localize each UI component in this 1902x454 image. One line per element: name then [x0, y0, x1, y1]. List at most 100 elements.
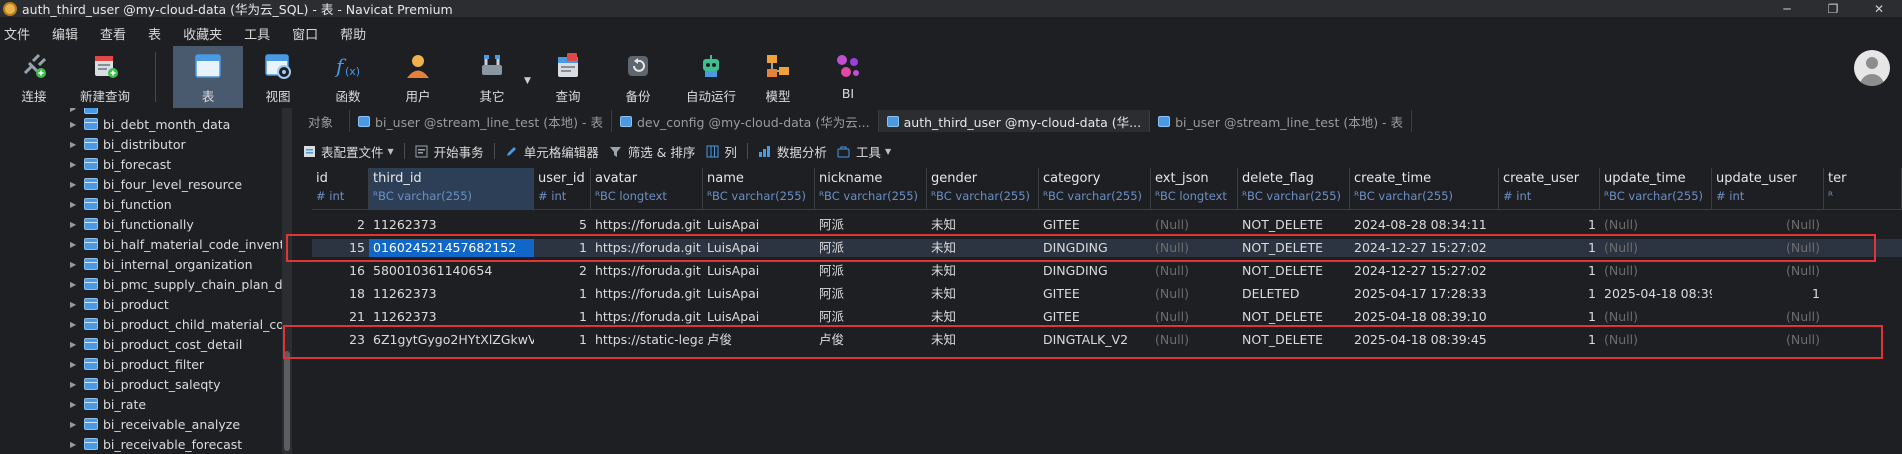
column-header-user-id[interactable]: user_id # int [534, 168, 591, 210]
expand-arrow-icon[interactable]: ▶ [70, 260, 80, 269]
cell-update-time[interactable]: (Null) [1600, 262, 1712, 280]
column-header-category[interactable]: category ᴿBC varchar(255) [1039, 168, 1151, 210]
expand-arrow-icon[interactable]: ▶ [70, 140, 80, 149]
cell-gender[interactable]: 未知 [927, 216, 1039, 234]
cell-name[interactable]: LuisApai [703, 216, 815, 234]
cell-third-id[interactable]: 11262373 [369, 308, 534, 326]
menu-favorites[interactable]: 收藏夹 [183, 24, 222, 43]
tree-item-table[interactable]: ▶ bi_product [70, 295, 169, 313]
cell-delete-flag[interactable]: NOT_DELETE [1238, 216, 1350, 234]
expand-arrow-icon[interactable]: ▶ [70, 320, 80, 329]
menu-table[interactable]: 表 [148, 24, 161, 43]
cell-category[interactable]: GITEE [1039, 308, 1151, 326]
cell-create-user[interactable]: 1 [1499, 308, 1600, 326]
column-header-create-time[interactable]: create_time ᴿBC varchar(255) [1350, 168, 1499, 210]
cell-create-user[interactable]: 1 [1499, 262, 1600, 280]
cell-id[interactable]: 16 [312, 262, 369, 280]
cell-avatar[interactable]: https://foruda.git [591, 216, 703, 234]
bi-button[interactable]: BI [822, 46, 874, 108]
cell-ext-json[interactable]: (Null) [1151, 285, 1238, 303]
cell-name[interactable]: LuisApai [703, 308, 815, 326]
expand-arrow-icon[interactable]: ▶ [70, 160, 80, 169]
cell-delete-flag[interactable]: NOT_DELETE [1238, 262, 1350, 280]
tree-item-table[interactable]: ▶ bi_product_saleqty [70, 375, 221, 393]
expand-arrow-icon[interactable]: ▶ [70, 440, 80, 449]
menu-file[interactable]: 文件 [4, 24, 30, 43]
expand-arrow-icon[interactable]: ▶ [70, 220, 80, 229]
automation-button[interactable]: 自动运行 [680, 46, 742, 108]
menu-help[interactable]: 帮助 [340, 24, 366, 43]
column-header-create-user[interactable]: create_user # int [1499, 168, 1600, 210]
cell-editor-button[interactable]: 单元格编辑器 [505, 142, 599, 161]
menu-window[interactable]: 窗口 [292, 24, 318, 43]
function-button[interactable]: f (x) 函数 [322, 46, 374, 108]
tools-menu-button[interactable]: 工具 ▼ [837, 142, 891, 161]
column-header-update-user[interactable]: update_user # int [1712, 168, 1824, 210]
view-button[interactable]: 视图 [252, 46, 304, 108]
cell-delete-flag[interactable]: DELETED [1238, 285, 1350, 303]
cell-ext-json[interactable]: (Null) [1151, 262, 1238, 280]
expand-arrow-icon[interactable]: ▶ [70, 400, 80, 409]
cell-user-id[interactable]: 1 [534, 285, 591, 303]
table-row[interactable]: 21 11262373 1 https://foruda.git LuisApa… [312, 308, 1902, 326]
column-header-third-id[interactable]: third_id ᴿBC varchar(255) [369, 168, 534, 210]
tree-item-table[interactable]: ▶ bi_forecast [70, 155, 171, 173]
cell-create-time[interactable]: 2024-08-28 08:34:11 [1350, 216, 1499, 234]
sidebar-scrollbar-thumb[interactable] [284, 351, 290, 451]
cell-id[interactable]: 21 [312, 308, 369, 326]
cell-create-user[interactable]: 1 [1499, 285, 1600, 303]
tree-item-table[interactable]: ▶ bi_product_filter [70, 355, 204, 373]
connect-button[interactable]: 连接 [8, 46, 60, 108]
expand-arrow-icon[interactable]: ▶ [70, 240, 80, 249]
cell-update-time[interactable]: (Null) [1600, 216, 1712, 234]
column-header-name[interactable]: name ᴿBC varchar(255) [703, 168, 815, 210]
column-header-delete-flag[interactable]: delete_flag ᴿBC varchar(255) [1238, 168, 1350, 210]
cell-ext-json[interactable]: (Null) [1151, 216, 1238, 234]
cell-third-id[interactable]: 11262373 [369, 216, 534, 234]
tree-item-table[interactable]: ▶ bi_function [70, 195, 172, 213]
tree-item-table[interactable]: ▶ bi_debt_month_data [70, 115, 230, 133]
model-button[interactable]: 模型 [752, 46, 804, 108]
cell-delete-flag[interactable]: NOT_DELETE [1238, 308, 1350, 326]
expand-arrow-icon[interactable]: ▶ [70, 108, 80, 113]
restore-button[interactable]: ❐ [1810, 0, 1856, 17]
cell-avatar[interactable]: https://foruda.git [591, 285, 703, 303]
cell-nickname[interactable]: 阿派 [815, 285, 927, 303]
cell-create-time[interactable]: 2024-12-27 15:27:02 [1350, 262, 1499, 280]
cell-nickname[interactable]: 阿派 [815, 308, 927, 326]
column-header-nickname[interactable]: nickname ᴿBC varchar(255) [815, 168, 927, 210]
cell-third-id[interactable]: 11262373 [369, 285, 534, 303]
cell-update-time[interactable]: 2025-04-18 08:39 [1600, 285, 1712, 303]
sidebar-scrollbar[interactable] [282, 108, 292, 454]
tree-item-table[interactable]: ▶ bi_receivable_analyze [70, 415, 240, 433]
cell-ext-json[interactable]: (Null) [1151, 308, 1238, 326]
backup-button[interactable]: 备份 [612, 46, 664, 108]
tree-item-table[interactable]: ▶ bi_product_cost_detail [70, 335, 242, 353]
tab-dev-config[interactable]: dev_config @my-cloud-data (华为云... [612, 110, 879, 132]
tab-bi-user-local-2[interactable]: bi_user @stream_line_test (本地) - 表 [1150, 110, 1413, 132]
cell-update-user[interactable]: (Null) [1712, 308, 1824, 326]
tree-item-table[interactable]: ▶ bi_product_child_material_cod [70, 315, 282, 333]
expand-arrow-icon[interactable]: ▶ [70, 420, 80, 429]
cell-create-user[interactable]: 1 [1499, 216, 1600, 234]
expand-arrow-icon[interactable]: ▶ [70, 300, 80, 309]
expand-arrow-icon[interactable]: ▶ [70, 360, 80, 369]
table-config-button[interactable]: 表配置文件 ▼ [302, 142, 394, 161]
tab-auth-third-user[interactable]: auth_third_user @my-cloud-data (华... [878, 110, 1151, 132]
cell-user-id[interactable]: 2 [534, 262, 591, 280]
expand-arrow-icon[interactable]: ▶ [70, 380, 80, 389]
cell-category[interactable]: DINGDING [1039, 262, 1151, 280]
cell-name[interactable]: LuisApai [703, 262, 815, 280]
cell-category[interactable]: GITEE [1039, 216, 1151, 234]
tab-bi-user-local[interactable]: bi_user @stream_line_test (本地) - 表 [350, 110, 612, 132]
cell-name[interactable]: LuisApai [703, 285, 815, 303]
cell-user-id[interactable]: 5 [534, 216, 591, 234]
menu-edit[interactable]: 编辑 [52, 24, 78, 43]
table-button[interactable]: 表 [173, 46, 243, 108]
cell-gender[interactable]: 未知 [927, 285, 1039, 303]
tree-item-table[interactable]: ▶ bi_four_level_resource [70, 175, 242, 193]
tree-item-table[interactable]: ▶ bi_receivable_forecast [70, 435, 242, 453]
minimize-button[interactable]: ─ [1764, 0, 1810, 17]
table-row[interactable]: 2 11262373 5 https://foruda.git LuisApai… [312, 216, 1902, 234]
cell-id[interactable]: 2 [312, 216, 369, 234]
